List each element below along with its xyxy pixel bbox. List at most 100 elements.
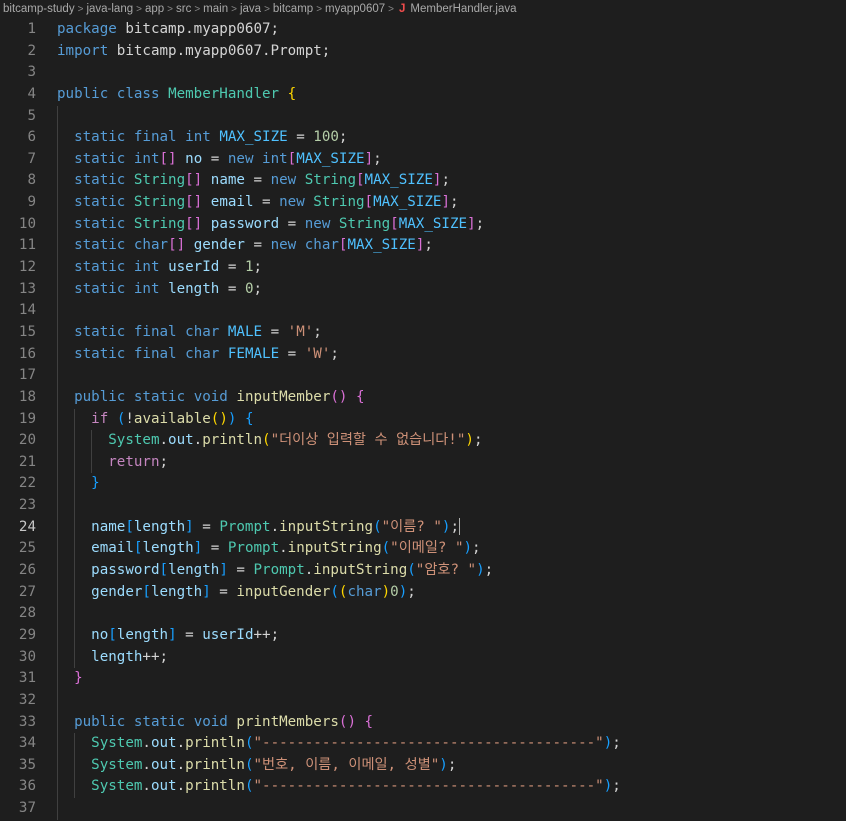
code-line[interactable]: 21 return; bbox=[0, 451, 846, 474]
code-token: [ bbox=[108, 626, 117, 643]
code-line[interactable]: 1 package bitcamp.myapp0607; bbox=[0, 19, 846, 41]
line-number: 5 bbox=[27, 107, 36, 124]
code-line[interactable]: 14 bbox=[0, 300, 846, 322]
code-token: MAX_SIZE bbox=[364, 172, 433, 189]
line-number: 33 bbox=[18, 713, 36, 730]
code-token: ; bbox=[484, 562, 494, 579]
code-line[interactable]: 17 bbox=[0, 365, 846, 387]
code-token: MAX_SIZE bbox=[219, 129, 288, 146]
code-line[interactable]: 6 static final int MAX_SIZE = 100; bbox=[0, 127, 846, 149]
code-line[interactable]: 15 static final char MALE = 'M'; bbox=[0, 321, 846, 344]
code-line[interactable]: 2 import bitcamp.myapp0607.Prompt; bbox=[0, 41, 846, 63]
code-token: = bbox=[210, 583, 237, 600]
code-line[interactable]: 7 static int[] no = new int[MAX_SIZE]; bbox=[0, 148, 846, 171]
code-line[interactable]: 37 bbox=[0, 798, 846, 820]
breadcrumb-item[interactable]: main bbox=[203, 3, 228, 15]
code-token: ) bbox=[465, 432, 474, 449]
code-line[interactable]: 5 bbox=[0, 105, 846, 128]
code-line[interactable]: 26 password[length] = Prompt.inputString… bbox=[0, 560, 846, 582]
code-token: [] bbox=[185, 194, 203, 211]
code-text: static String[] password = new String[MA… bbox=[57, 214, 484, 236]
line-number: 37 bbox=[18, 800, 36, 817]
code-token: ; bbox=[373, 150, 382, 167]
code-line[interactable]: 24 name[length] = Prompt.inputString("이름… bbox=[0, 516, 846, 539]
code-token: available bbox=[133, 410, 211, 427]
code-line[interactable]: 28 bbox=[0, 603, 846, 625]
code-editor[interactable]: 1 package bitcamp.myapp0607; 2 import bitca… bbox=[0, 19, 846, 821]
code-line[interactable]: 27 gender[length] = inputGender((char)0)… bbox=[0, 581, 846, 604]
breadcrumb-file[interactable]: MemberHandler.java bbox=[410, 3, 516, 15]
code-line[interactable]: 8 static String[] name = new String[MAX_… bbox=[0, 170, 846, 193]
code-line[interactable]: 33 public static void printMembers() { bbox=[0, 711, 846, 734]
code-token: ( bbox=[373, 518, 382, 535]
code-line[interactable]: 18 public static void inputMember() { bbox=[0, 386, 846, 409]
breadcrumb-item[interactable]: myapp0607 bbox=[325, 3, 385, 15]
code-line[interactable]: 19 if (!available()) { bbox=[0, 408, 846, 431]
code-line[interactable]: 10 static String[] password = new String… bbox=[0, 213, 846, 236]
code-line[interactable]: 12 static int userId = 1; bbox=[0, 257, 846, 279]
breadcrumb-item[interactable]: java bbox=[240, 3, 261, 15]
code-token: () bbox=[338, 713, 356, 730]
code-line[interactable]: 3 bbox=[0, 62, 846, 84]
chevron-right-icon: > bbox=[388, 4, 394, 15]
breadcrumb-item[interactable]: java-lang bbox=[86, 3, 133, 15]
code-line[interactable]: 36 System.out.println("-----------------… bbox=[0, 776, 846, 799]
code-token: . bbox=[270, 518, 280, 535]
code-token: String bbox=[133, 172, 186, 189]
code-line[interactable]: 29 no[length] = userId++; bbox=[0, 624, 846, 647]
line-number: 16 bbox=[18, 345, 36, 362]
line-number: 9 bbox=[27, 194, 36, 211]
code-token: static bbox=[74, 237, 126, 254]
code-token: [ bbox=[125, 518, 134, 535]
code-token: char bbox=[185, 323, 220, 340]
code-token: MAX_SIZE bbox=[398, 215, 468, 232]
code-token: char bbox=[347, 583, 382, 600]
code-token: ) bbox=[439, 756, 448, 773]
code-line[interactable]: 13 static int length = 0; bbox=[0, 278, 846, 301]
code-token: ; bbox=[253, 280, 263, 297]
code-line[interactable]: 25 email[length] = Prompt.inputString("이… bbox=[0, 538, 846, 561]
code-line[interactable]: 31 } bbox=[0, 668, 846, 690]
code-token: class bbox=[116, 85, 160, 102]
line-number: 36 bbox=[18, 778, 36, 795]
breadcrumb-item[interactable]: app bbox=[145, 3, 164, 15]
code-line[interactable]: 23 bbox=[0, 495, 846, 517]
code-token: inputString bbox=[313, 562, 408, 579]
code-line[interactable]: 9 static String[] email = new String[MAX… bbox=[0, 192, 846, 214]
code-line[interactable]: 34 System.out.println("-----------------… bbox=[0, 733, 846, 755]
code-token: length bbox=[168, 562, 220, 579]
code-line[interactable]: 30 length++; bbox=[0, 646, 846, 669]
indent-guide bbox=[57, 300, 58, 322]
line-number: 14 bbox=[18, 302, 36, 319]
breadcrumb-item[interactable]: bitcamp-study bbox=[3, 3, 75, 15]
code-line[interactable]: 11 static char[] gender = new char[MAX_S… bbox=[0, 235, 846, 258]
breadcrumb-item[interactable]: bitcamp bbox=[273, 3, 313, 15]
code-token: length bbox=[150, 583, 203, 600]
code-line[interactable]: 32 bbox=[0, 689, 846, 712]
code-token: void bbox=[193, 388, 228, 405]
code-line[interactable]: 16 static final char FEMALE = 'W'; bbox=[0, 343, 846, 366]
breadcrumb-item[interactable]: src bbox=[176, 3, 191, 15]
code-line[interactable]: 35 System.out.println("번호, 이름, 이메일, 성별")… bbox=[0, 754, 846, 777]
code-line[interactable]: 4 public class MemberHandler { bbox=[0, 84, 846, 106]
code-line[interactable]: 20 System.out.println("더이상 입력할 수 없습니다!")… bbox=[0, 430, 846, 452]
code-line[interactable]: 22 } bbox=[0, 473, 846, 496]
code-text: static String[] name = new String[MAX_SI… bbox=[57, 170, 450, 192]
code-token: ) bbox=[603, 778, 613, 795]
code-token: char bbox=[133, 237, 169, 254]
